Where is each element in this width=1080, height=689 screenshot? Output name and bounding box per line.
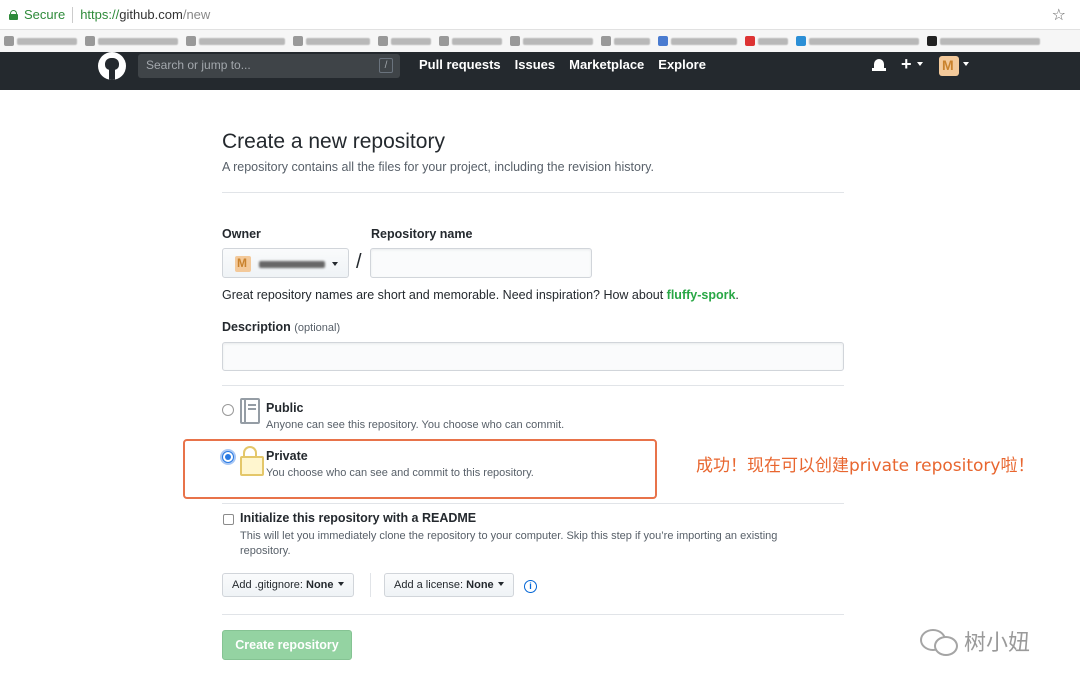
nav-marketplace[interactable]: Marketplace <box>569 57 644 72</box>
chevron-down-icon <box>332 262 338 266</box>
url-text[interactable]: https://github.com/new <box>80 7 210 22</box>
lock-icon <box>9 9 18 20</box>
github-logo-icon[interactable] <box>98 52 126 80</box>
bookmark-item[interactable] <box>85 36 178 46</box>
chevron-down-icon <box>963 62 969 66</box>
header-nav: Pull requests Issues Marketplace Explore <box>419 57 706 72</box>
annotation-highlight-box <box>183 439 657 499</box>
bookmark-item[interactable] <box>378 36 431 46</box>
license-select[interactable]: Add a license: None <box>384 573 514 597</box>
license-prefix: Add a license: <box>394 579 467 591</box>
nav-explore[interactable]: Explore <box>658 57 706 72</box>
bookmark-favicon-icon <box>658 36 668 46</box>
description-input[interactable] <box>222 342 844 371</box>
hint-text: Great repository names are short and mem… <box>222 288 667 302</box>
bookmark-item[interactable] <box>658 36 737 46</box>
url-path: /new <box>182 7 211 22</box>
url-scheme: https:// <box>80 7 120 22</box>
public-title: Public <box>266 401 304 415</box>
repo-name-label: Repository name <box>371 227 473 241</box>
github-header: Search or jump to... / Pull requests Iss… <box>0 52 1080 90</box>
url-host: github.com <box>119 7 183 22</box>
hint-end: . <box>735 288 739 302</box>
license-value: None <box>466 579 494 591</box>
chevron-down-icon <box>497 582 504 586</box>
bookmark-favicon-icon <box>439 36 449 46</box>
readme-desc: This will let you immediately clone the … <box>240 530 778 557</box>
owner-name-redacted <box>259 261 325 268</box>
bookmark-favicon-icon <box>927 36 937 46</box>
bookmark-item[interactable] <box>293 36 370 46</box>
bookmark-favicon-icon <box>745 36 755 46</box>
bookmark-favicon-icon <box>378 36 388 46</box>
bookmarks-bar <box>0 30 1080 52</box>
bookmark-favicon-icon <box>186 36 196 46</box>
hint-suggestion[interactable]: fluffy-spork <box>667 288 736 302</box>
bookmark-favicon-icon <box>85 36 95 46</box>
owner-avatar <box>235 256 251 272</box>
annotation-text: 成功！现在可以创建private repository啦！ <box>696 456 1035 476</box>
bookmark-star-icon[interactable]: ☆ <box>1052 5 1066 25</box>
nav-issues[interactable]: Issues <box>515 57 555 72</box>
bookmark-favicon-icon <box>796 36 806 46</box>
create-repository-button[interactable]: Create repository <box>222 630 352 660</box>
search-shortcut-key: / <box>379 58 393 73</box>
gitignore-prefix: Add .gitignore: <box>232 579 306 591</box>
address-divider <box>72 6 74 23</box>
bookmark-item[interactable] <box>927 36 1040 46</box>
wechat-icon <box>920 627 958 656</box>
chevron-down-icon <box>917 62 923 66</box>
divider <box>222 385 844 386</box>
bookmark-item[interactable] <box>439 36 502 46</box>
bookmark-item[interactable] <box>186 36 285 46</box>
bookmark-item[interactable] <box>796 36 919 46</box>
bookmark-item[interactable] <box>745 36 788 46</box>
create-new-button[interactable]: + <box>901 54 912 75</box>
chevron-down-icon <box>337 582 344 586</box>
select-divider <box>370 573 371 597</box>
public-desc: Anyone can see this repository. You choo… <box>266 419 565 431</box>
bookmark-item[interactable] <box>4 36 77 46</box>
info-icon[interactable]: i <box>524 580 537 593</box>
browser-address-bar[interactable]: Secure https://github.com/new ☆ <box>0 0 1080 30</box>
owner-repo-separator: / <box>356 251 362 273</box>
bookmark-favicon-icon <box>4 36 14 46</box>
repo-name-hint: Great repository names are short and mem… <box>222 288 739 302</box>
bookmark-item[interactable] <box>601 36 650 46</box>
owner-select[interactable] <box>222 248 349 278</box>
owner-label: Owner <box>222 227 261 241</box>
bookmark-item[interactable] <box>510 36 593 46</box>
description-optional: (optional) <box>294 322 341 334</box>
divider <box>222 192 844 193</box>
notification-bell-icon[interactable] <box>872 58 886 74</box>
bookmark-favicon-icon <box>601 36 611 46</box>
nav-pull-requests[interactable]: Pull requests <box>419 57 501 72</box>
gitignore-select[interactable]: Add .gitignore: None <box>222 573 354 597</box>
description-label: Description (optional) <box>222 320 340 334</box>
divider <box>222 503 844 504</box>
page-title: Create a new repository <box>222 130 445 153</box>
readme-title[interactable]: Initialize this repository with a README <box>240 511 476 525</box>
public-radio[interactable] <box>222 404 234 416</box>
watermark-text: 树小妞 <box>964 630 1031 655</box>
page-subtitle: A repository contains all the files for … <box>222 160 654 174</box>
watermark: 树小妞 <box>920 625 1030 657</box>
user-avatar[interactable] <box>939 56 959 76</box>
gitignore-value: None <box>306 579 334 591</box>
search-placeholder: Search or jump to... <box>146 58 251 72</box>
bookmark-favicon-icon <box>293 36 303 46</box>
bookmark-favicon-icon <box>510 36 520 46</box>
repo-book-icon <box>240 398 260 424</box>
description-label-text: Description <box>222 320 291 334</box>
secure-label: Secure <box>24 7 66 22</box>
readme-checkbox[interactable] <box>223 514 234 525</box>
divider <box>222 614 844 615</box>
search-input[interactable]: Search or jump to... / <box>138 54 400 78</box>
repo-name-input[interactable] <box>370 248 592 278</box>
